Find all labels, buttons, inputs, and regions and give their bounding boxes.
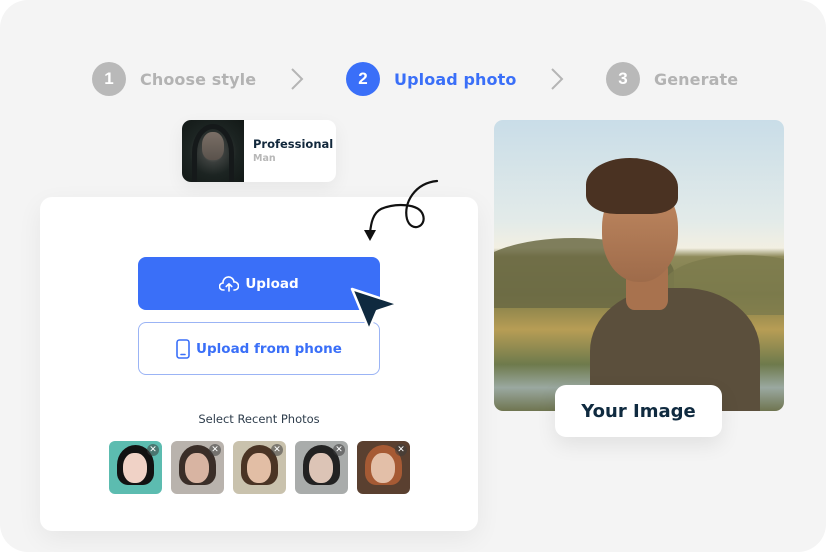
upload-from-phone-label: Upload from phone — [196, 340, 342, 357]
recent-photo-5[interactable]: ✕ — [357, 441, 410, 494]
step-number: 3 — [606, 62, 640, 96]
remove-photo-icon[interactable]: ✕ — [209, 444, 221, 456]
style-subtitle: Man — [253, 153, 276, 164]
style-thumbnail — [182, 120, 244, 182]
recent-photo-1[interactable]: ✕ — [109, 441, 162, 494]
recent-photo-2[interactable]: ✕ — [171, 441, 224, 494]
chevron-right-icon — [291, 68, 304, 90]
step-number: 1 — [92, 62, 126, 96]
step-label: Generate — [654, 69, 739, 89]
step-number: 2 — [346, 62, 380, 96]
remove-photo-icon[interactable]: ✕ — [271, 444, 283, 456]
your-image-preview — [494, 120, 784, 411]
your-image-badge: Your Image — [555, 385, 722, 437]
smartphone-icon — [176, 338, 190, 359]
style-title: Professional — [253, 137, 334, 151]
recent-photo-3[interactable]: ✕ — [233, 441, 286, 494]
remove-photo-icon[interactable]: ✕ — [147, 444, 159, 456]
remove-photo-icon[interactable]: ✕ — [333, 444, 345, 456]
selected-style-card[interactable]: Professional Man — [182, 120, 336, 182]
recent-photos-label: Select Recent Photos — [198, 412, 320, 426]
remove-photo-icon[interactable]: ✕ — [395, 444, 407, 456]
upload-from-phone-button[interactable]: Upload from phone — [138, 322, 380, 375]
recent-photo-4[interactable]: ✕ — [295, 441, 348, 494]
step-label: Choose style — [140, 69, 257, 89]
mouse-pointer-icon — [350, 287, 400, 332]
upload-button[interactable]: Upload — [138, 257, 380, 310]
step-choose-style[interactable]: 1 Choose style — [92, 62, 256, 96]
curly-arrow-icon — [364, 179, 439, 241]
upload-button-label: Upload — [245, 275, 299, 292]
step-label: Upload photo — [394, 69, 517, 89]
chevron-right-icon — [551, 68, 564, 90]
step-upload-photo[interactable]: 2 Upload photo — [346, 62, 516, 96]
step-generate[interactable]: 3 Generate — [606, 62, 738, 96]
cloud-upload-icon — [219, 275, 240, 292]
